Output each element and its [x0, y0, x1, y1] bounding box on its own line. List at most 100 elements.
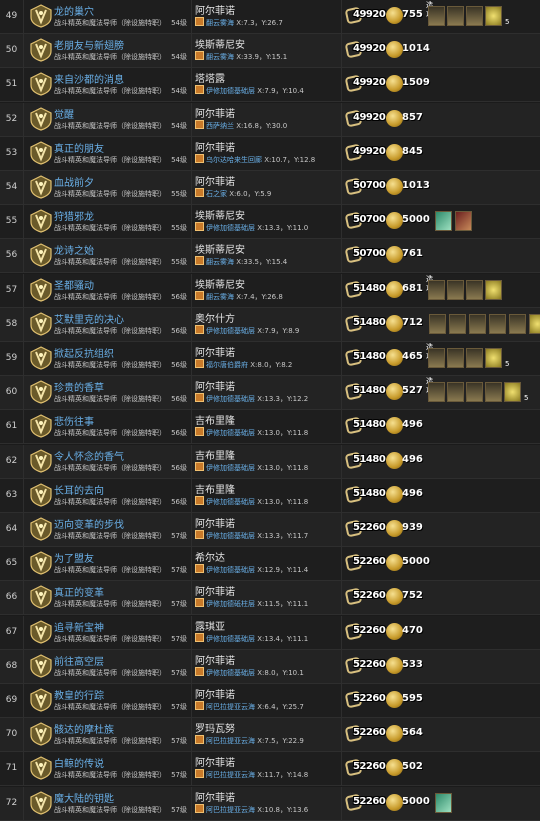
quest-name-link[interactable]: 狩猎邪龙 [54, 208, 94, 223]
equipment-item-icon[interactable] [428, 6, 445, 26]
quest-name-link[interactable]: 追寻新宝神 [54, 619, 104, 634]
quest-name-link[interactable]: 掀起反抗组织 [54, 345, 114, 360]
equipment-item-icon[interactable] [429, 313, 446, 334]
quest-name-link[interactable]: 悲伤往事 [54, 413, 94, 428]
quest-level: 55级 [171, 190, 187, 198]
quest-name-link[interactable]: 血战前夕 [54, 174, 94, 189]
exp-reward: 52260 [344, 793, 386, 813]
map-name-link[interactable]: 阿巴拉提亚云海 [206, 771, 255, 779]
map-name-link[interactable]: 翻云雾海 [206, 258, 234, 266]
map-name-link[interactable]: 伊修加德基础层 [206, 532, 255, 540]
table-row: 56 龙诗之始 战斗精英和魔法导师（除设施特职） 55级 埃斯蒂尼安 翻云雾海 X:33.… [0, 239, 540, 274]
map-name-link[interactable]: 翻云雾海 [206, 293, 234, 301]
map-name-link[interactable]: 伊修加德基础层 [206, 87, 255, 95]
map-name-link[interactable]: 伊修加德基础层 [206, 224, 255, 232]
equipment-item-icon[interactable] [489, 313, 506, 334]
coordinates: X:13.0，Y:11.8 [257, 463, 309, 472]
gil-coin-icon [386, 143, 403, 161]
equipment-item-icon[interactable] [428, 279, 445, 300]
row-number: 67 [0, 615, 24, 649]
equipment-item-icon[interactable] [447, 348, 464, 368]
map-name-link[interactable]: 伊修加德基础层 [206, 566, 255, 574]
quest-name-link[interactable]: 为了盟友 [54, 550, 94, 565]
coordinates: X:7.4，Y:26.8 [236, 292, 283, 301]
quest-name-link[interactable]: 真正的变革 [54, 584, 104, 599]
map-marker-icon [195, 495, 204, 505]
map-name-link[interactable]: 伊修加德基础层 [206, 669, 255, 677]
bell-item-icon[interactable] [504, 382, 521, 403]
row-number: 57 [0, 273, 24, 307]
equipment-item-icon[interactable] [428, 348, 445, 368]
quest-name-link[interactable]: 魔大陆的钥匙 [54, 790, 114, 805]
equipment-item-icon[interactable] [466, 6, 483, 26]
bell-item-icon[interactable] [485, 348, 502, 368]
equipment-item-icon[interactable] [428, 382, 445, 403]
map-name-link[interactable]: 伊修加德基础层 [206, 327, 255, 335]
quest-name-link[interactable]: 骸达的摩杜族 [54, 721, 114, 736]
crystal-item-icon[interactable] [435, 792, 452, 813]
equipment-item-icon[interactable] [485, 382, 502, 403]
map-name-link[interactable]: 伊修加德基础层 [206, 395, 255, 403]
quest-name-link[interactable]: 来自沙都的消息 [54, 71, 124, 86]
quest-name-link[interactable]: 龙诗之始 [54, 242, 94, 257]
quest-level: 57级 [171, 805, 187, 814]
npc-name: 吉布里隆 [195, 484, 235, 496]
equipment-item-icon[interactable] [449, 313, 466, 334]
quest-name-link[interactable]: 艾默里克的决心 [54, 311, 124, 326]
quest-name-link[interactable]: 龙的巢穴 [54, 3, 94, 18]
quest-emblem-icon [30, 243, 52, 268]
bell-item-icon[interactable] [485, 6, 502, 26]
quest-name-link[interactable]: 觉醒 [54, 106, 74, 121]
equipment-item-icon[interactable] [447, 382, 464, 403]
npc-cell: 阿尔菲诺 伊修加德基础层 X:8.0，Y:10.1 [192, 649, 342, 683]
map-name-link[interactable]: 福尔唐伯爵府 [206, 361, 248, 369]
map-name-link[interactable]: 翻云雾海 [206, 19, 234, 27]
bell-item-icon[interactable] [529, 313, 540, 334]
quest-name-link[interactable]: 圣都骚动 [54, 277, 94, 292]
quest-name-link[interactable]: 令人怀念的香气 [54, 448, 124, 463]
quest-name-link[interactable]: 真正的朋友 [54, 140, 104, 155]
map-name-link[interactable]: 阿巴拉提亚云海 [206, 703, 255, 711]
crystal-item-icon[interactable] [435, 211, 452, 232]
reward-cell: 52260 5000 [342, 547, 540, 580]
table-row: 58 艾默里克的决心 战斗精英和魔法导师（除设施特职） 56级 奥尔什方 伊修加德基础层 … [0, 307, 540, 342]
map-name-link[interactable]: 乌尔达哈来生回廊 [206, 156, 262, 164]
coordinates: X:6.4，Y:25.7 [257, 703, 304, 711]
map-name-link[interactable]: 伊修加德基础层 [206, 464, 255, 472]
map-name-link[interactable]: 伊修加德砥柱层 [206, 600, 255, 608]
quest-name-link[interactable]: 老朋友与新翅膀 [54, 37, 124, 52]
map-name-link[interactable]: 翻云雾海 [206, 53, 234, 61]
table-row: 69 教皇的行踪 战斗精英和魔法导师（除设施特职） 57级 阿尔菲诺 阿巴拉提亚云海 X:… [0, 684, 540, 718]
map-name-link[interactable]: 石之家 [206, 190, 227, 198]
equipment-item-icon[interactable] [447, 279, 464, 300]
reward-cell: 51480527选项5 [342, 376, 540, 409]
exp-reward: 51480 [344, 280, 386, 300]
gil-value: 845 [402, 145, 423, 157]
map-name-link[interactable]: 西萨纳兰 [206, 122, 234, 130]
map-name-link[interactable]: 伊修加德基础层 [206, 498, 255, 506]
map-marker-icon [195, 769, 204, 779]
equipment-item-icon[interactable] [447, 6, 464, 26]
quest-level: 57级 [171, 771, 187, 780]
map-name-link[interactable]: 伊修加德基础层 [206, 635, 255, 643]
map-name-link[interactable]: 阿巴拉提亚云海 [206, 737, 255, 745]
equipment-item-icon[interactable] [509, 313, 526, 334]
map-marker-icon [195, 188, 204, 197]
equipment-item-icon[interactable] [466, 279, 483, 300]
quest-name-link[interactable]: 教皇的行踪 [54, 687, 104, 702]
quest-emblem-icon [30, 346, 52, 370]
quest-name-link[interactable]: 迈向变革的步伐 [54, 516, 124, 531]
map-name-link[interactable]: 伊修加德基础层 [206, 429, 255, 437]
bell-item-icon[interactable] [485, 279, 502, 300]
quest-name-link[interactable]: 前往高空层 [54, 653, 104, 668]
equipment-item-icon[interactable] [466, 348, 483, 368]
quest-name-link[interactable]: 珍贵的香草 [54, 379, 104, 394]
coordinates: X:11.5，Y:11.1 [257, 600, 309, 609]
quest-name-link[interactable]: 长耳的去向 [54, 482, 104, 497]
gil-value: 5000 [402, 795, 430, 807]
equipment-item-icon[interactable] [466, 382, 483, 403]
equipment-item-icon[interactable] [469, 313, 486, 334]
map-name-link[interactable]: 阿巴拉提亚云海 [206, 806, 255, 814]
quest-name-link[interactable]: 白鲸的传说 [54, 755, 104, 770]
key-item-icon[interactable] [455, 211, 472, 232]
